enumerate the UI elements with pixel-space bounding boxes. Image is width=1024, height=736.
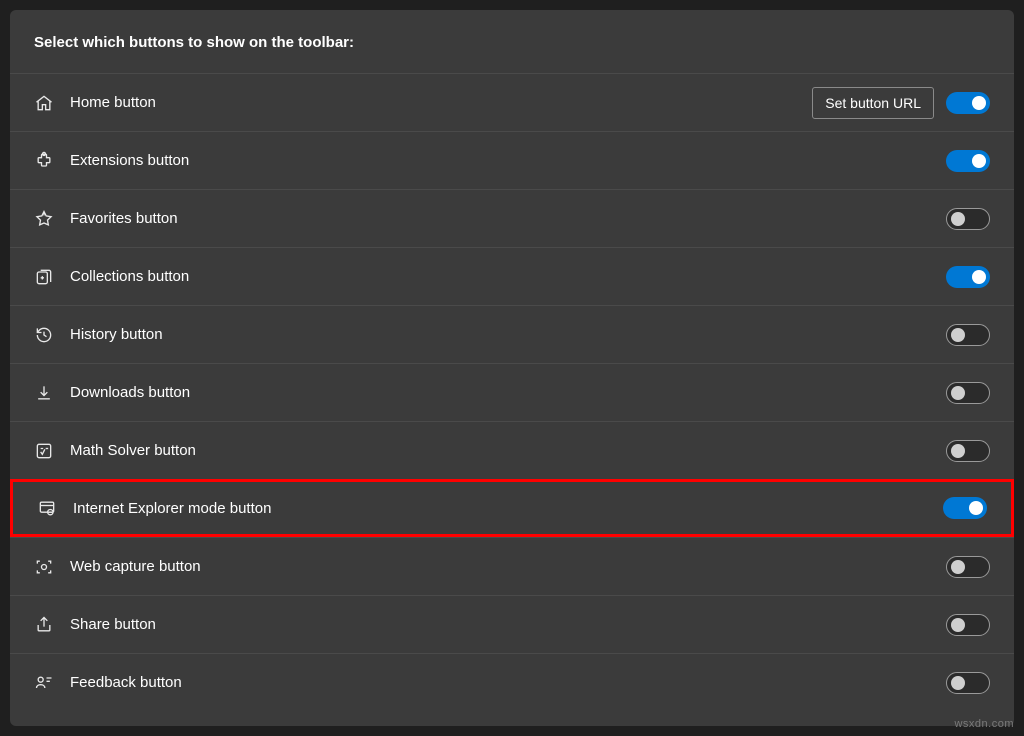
math-icon [34,441,70,461]
favorites-toggle[interactable] [946,208,990,230]
setting-label: Downloads button [70,384,946,401]
row-actions [946,672,990,694]
row-actions [946,208,990,230]
section-heading: Select which buttons to show on the tool… [10,10,1014,73]
row-actions [946,440,990,462]
row-actions [946,324,990,346]
extensions-toggle[interactable] [946,150,990,172]
setting-label: Extensions button [70,152,946,169]
toggle-knob [951,386,965,400]
toggle-knob [969,501,983,515]
star-icon [34,209,70,229]
row-actions [946,266,990,288]
row-actions [946,382,990,404]
setting-row-capture: Web capture button [10,537,1014,595]
toggle-knob [951,618,965,632]
row-actions [943,497,987,519]
setting-label: Home button [70,94,812,111]
collections-icon [34,267,70,287]
setting-label: Math Solver button [70,442,946,459]
capture-icon [34,557,70,577]
setting-label: Feedback button [70,674,946,691]
toggle-knob [972,96,986,110]
setting-row-feedback: Feedback button [10,653,1014,711]
toggle-knob [951,212,965,226]
set-button-url-button[interactable]: Set button URL [812,87,934,119]
setting-row-extensions: Extensions button [10,131,1014,189]
setting-row-history: History button [10,305,1014,363]
row-actions [946,150,990,172]
setting-label: Share button [70,616,946,633]
ie-toggle[interactable] [943,497,987,519]
feedback-icon [34,673,70,693]
home-toggle[interactable] [946,92,990,114]
setting-label: History button [70,326,946,343]
setting-label: Web capture button [70,558,946,575]
setting-row-math: Math Solver button [10,421,1014,479]
ie-icon [37,498,73,518]
setting-row-home: Home buttonSet button URL [10,73,1014,131]
setting-row-downloads: Downloads button [10,363,1014,421]
setting-row-ie: Internet Explorer mode button [10,479,1014,537]
setting-label: Internet Explorer mode button [73,500,943,517]
setting-label: Collections button [70,268,946,285]
share-toggle[interactable] [946,614,990,636]
setting-row-favorites: Favorites button [10,189,1014,247]
toggle-knob [951,444,965,458]
collections-toggle[interactable] [946,266,990,288]
toggle-knob [951,560,965,574]
math-toggle[interactable] [946,440,990,462]
history-icon [34,325,70,345]
toggle-knob [951,328,965,342]
setting-row-share: Share button [10,595,1014,653]
downloads-toggle[interactable] [946,382,990,404]
download-icon [34,383,70,403]
home-icon [34,93,70,113]
feedback-toggle[interactable] [946,672,990,694]
toggle-knob [972,270,986,284]
history-toggle[interactable] [946,324,990,346]
setting-label: Favorites button [70,210,946,227]
settings-rows: Home buttonSet button URL Extensions butt… [10,73,1014,711]
watermark-text: wsxdn.com [954,718,1014,730]
share-icon [34,615,70,635]
capture-toggle[interactable] [946,556,990,578]
row-actions [946,556,990,578]
puzzle-icon [34,151,70,171]
row-actions: Set button URL [812,87,990,119]
row-actions [946,614,990,636]
toolbar-buttons-panel: Select which buttons to show on the tool… [10,10,1014,726]
toggle-knob [972,154,986,168]
setting-row-collections: Collections button [10,247,1014,305]
toggle-knob [951,676,965,690]
